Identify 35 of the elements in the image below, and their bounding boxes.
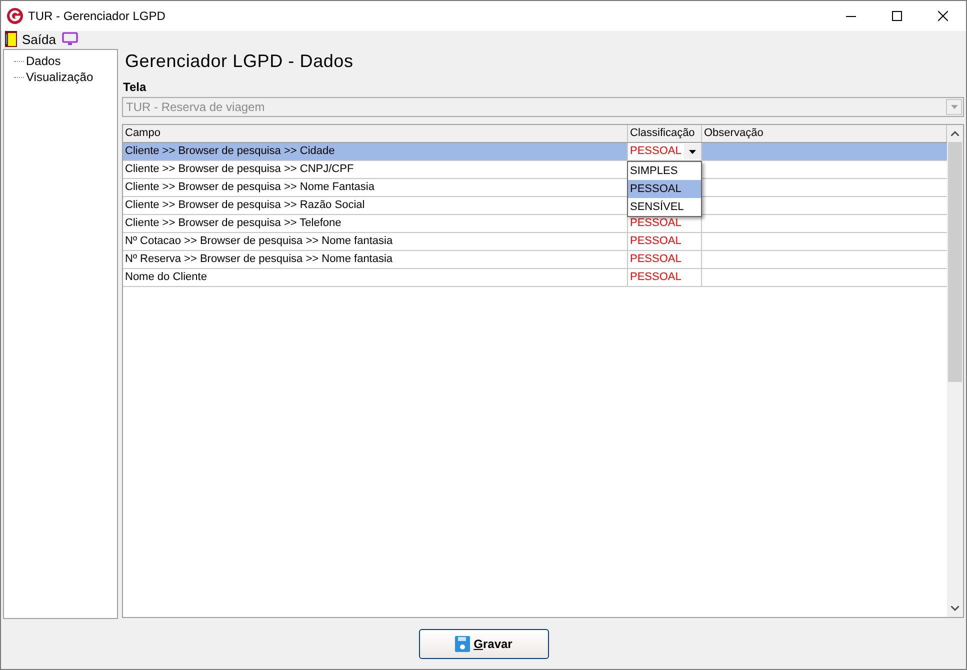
door-icon xyxy=(5,31,17,47)
table-cell-text: PESSOAL xyxy=(629,216,682,232)
tree-item[interactable]: Visualização xyxy=(25,70,94,84)
app-logo-icon xyxy=(7,8,23,24)
scroll-up-icon[interactable] xyxy=(951,131,959,136)
dropdown-option[interactable]: SIMPLES xyxy=(628,162,701,180)
maximize-icon xyxy=(892,11,902,21)
table-cell-text: PESSOAL xyxy=(629,252,682,268)
tree-item[interactable]: Dados xyxy=(25,54,62,68)
caret-icon xyxy=(950,105,958,109)
table-row[interactable]: Nº Reserva >> Browser de pesquisa >> Nome fantasia PESSOAL xyxy=(123,251,947,269)
dropdown-option[interactable]: PESSOAL xyxy=(628,180,701,198)
exit-button[interactable]: Saída xyxy=(5,31,56,47)
table-row[interactable]: Nome do Cliente PESSOAL xyxy=(123,269,947,287)
save-button[interactable]: Gravar xyxy=(418,629,548,659)
scrollbar[interactable] xyxy=(947,125,963,617)
table-cell-text: PESSOAL xyxy=(629,270,682,286)
scroll-down-icon[interactable] xyxy=(951,606,959,611)
dropdown-option[interactable]: SENSÍVEL xyxy=(628,198,701,216)
window-title: TUR - Gerenciador LGPD xyxy=(28,8,166,25)
field-label: Tela xyxy=(123,79,148,96)
table-row[interactable]: Nº Cotacao >> Browser de pesquisa >> Nome fantasia PESSOAL xyxy=(123,233,947,251)
close-icon xyxy=(938,11,948,21)
monitor-icon[interactable] xyxy=(62,32,78,46)
table-cell-text: PESSOAL xyxy=(629,234,682,250)
table-cell: Nome do Cliente xyxy=(123,269,628,286)
caret-icon xyxy=(689,150,696,154)
table-row[interactable]: Cliente >> Browser de pesquisa >> Telefone PESSOAL xyxy=(123,215,947,233)
column-header[interactable]: Campo xyxy=(123,125,628,142)
table-cell: Nº Reserva >> Browser de pesquisa >> Nome fantasia xyxy=(123,251,628,268)
page-heading: Gerenciador LGPD - Dados xyxy=(125,50,354,72)
table-row[interactable]: Cliente >> Browser de pesquisa >> Cidade PESSOAL xyxy=(123,143,947,161)
table-cell: Nº Cotacao >> Browser de pesquisa >> Nome fantasia xyxy=(123,233,628,250)
column-header[interactable]: Classificação xyxy=(628,125,702,142)
classification-combo[interactable]: PESSOAL xyxy=(628,143,701,160)
